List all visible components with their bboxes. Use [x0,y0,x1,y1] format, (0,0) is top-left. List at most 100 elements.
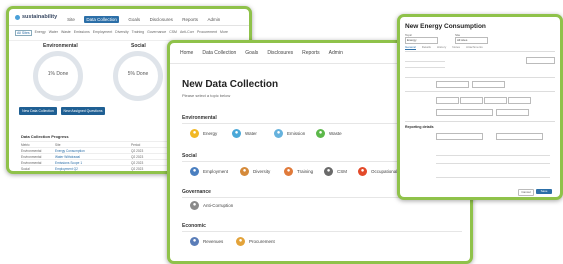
topic-emission[interactable]: ● Emission [274,129,305,138]
tab-waste[interactable]: Waste [61,30,71,36]
source-input[interactable] [436,109,493,116]
tab-general[interactable]: General [405,45,416,50]
nav-data-collection[interactable]: Data Collection [84,16,119,23]
nav-reports[interactable]: Reports [182,17,198,22]
topic-label: Emission [287,131,306,136]
start-date-input[interactable] [436,81,469,88]
tab-csm[interactable]: CSM [169,30,177,36]
topic-label: Anti-Corruption [203,203,234,208]
topic-label: Training [297,169,314,174]
nav-disclosures[interactable]: Disclosures [267,50,293,56]
env-heading: Environmental [182,115,217,121]
nav-admin[interactable]: Admin [208,17,221,22]
new-assigned-button[interactable]: New Assigned Questions [61,107,105,115]
topic-anti-corruption[interactable]: ● Anti-Corruption [190,201,233,210]
divider [182,231,462,232]
tab-water[interactable]: Water [49,30,58,36]
tab-emissions[interactable]: Emissions [74,30,90,36]
row-link[interactable]: Employment Q2 [55,167,78,171]
tab-notes[interactable]: Notes [452,45,460,50]
note-field[interactable] [436,177,550,178]
topic-select[interactable]: Energy [405,37,438,44]
comment-field[interactable] [436,155,550,156]
nav-reports[interactable]: Reports [302,50,320,56]
form-title: New Energy Consumption [405,23,486,30]
cell: Q2 2023 [131,167,144,171]
unit-input[interactable] [460,97,483,104]
reviewer-select[interactable] [496,133,543,140]
quantity-input[interactable] [436,97,459,104]
topic-training[interactable]: ● Training [284,167,313,176]
logo-icon [15,14,20,20]
topic-label: Diversity [253,169,271,174]
topic-procurement[interactable]: ● Procurement [236,237,275,246]
topic-csm[interactable]: ● CSM [324,167,347,176]
factor-input[interactable] [484,97,507,104]
tab-procurement[interactable]: Procurement [197,30,217,36]
topic-water[interactable]: ● Water [232,129,257,138]
page-title: New Data Collection [182,79,279,90]
lightbulb-icon: ● [190,129,199,138]
nav-disclosures[interactable]: Disclosures [150,17,173,22]
people-icon: ● [240,167,249,176]
divider [405,77,555,78]
topic-occupational[interactable]: ● Occupational [358,167,397,176]
comment-field[interactable] [436,163,550,164]
tab-attachments[interactable]: Attachments [466,45,483,50]
cart-icon: ● [236,237,245,246]
tab-all-sites[interactable]: All Sites [15,30,32,36]
flame-icon: ● [358,167,367,176]
tab-diversity[interactable]: Diversity [115,30,128,36]
tab-energy[interactable]: Energy [35,30,46,36]
tab-details[interactable]: Details [422,45,431,50]
cell: Social [21,167,30,171]
tab-more[interactable]: More [220,30,228,36]
top-bar: sustainability Site Data Collection Goal… [9,9,249,26]
new-data-collection-button[interactable]: New Data Collection [19,107,57,115]
end-date-input[interactable] [472,81,505,88]
topic-label: Water [245,131,257,136]
topic-revenues[interactable]: ● Revenues [190,237,223,246]
topic-employment[interactable]: ● Employment [190,167,228,176]
tab-history[interactable]: History [437,45,446,50]
filter-tabs: All Sites Energy Water Waste Emissions E… [9,26,249,41]
nav-data-collection[interactable]: Data Collection [202,50,236,56]
new-energy-consumption-window: New Energy Consumption Topic Energy Site… [397,14,563,200]
soc-done-label: 5% Done [127,71,149,77]
divider [405,91,555,92]
logo-text: sustainability [22,14,58,20]
total-input[interactable] [508,97,531,104]
water-tap-icon: ● [232,129,241,138]
gov-heading: Governance [182,189,211,195]
save-button[interactable]: Save [536,189,552,194]
topic-diversity[interactable]: ● Diversity [240,167,270,176]
nav-goals[interactable]: Goals [128,17,140,22]
eco-heading: Economic [182,223,206,229]
nav-home[interactable]: Home [180,50,193,56]
topic-energy[interactable]: ● Energy [190,129,217,138]
csm-icon: ● [324,167,333,176]
topic-label: Occupational [371,169,398,174]
nav-site[interactable]: Site [67,17,75,22]
topic-label: Waste [329,131,342,136]
progress-title: Data Collection Progress [21,134,69,139]
nav-admin[interactable]: Admin [329,50,343,56]
tab-governance[interactable]: Governance [147,30,166,36]
tab-employment[interactable]: Employment [93,30,112,36]
responsible-select[interactable] [436,133,483,140]
tab-anti-corr[interactable]: Anti-Corr [180,30,194,36]
topic-waste[interactable]: ● Waste [316,129,342,138]
env-progress-ring: 1% Done [33,51,83,101]
main-nav: Site Data Collection Goals Disclosures R… [67,9,225,26]
unit-select[interactable] [496,109,529,116]
divider [405,121,555,122]
money-icon: ● [190,237,199,246]
options-select[interactable] [526,57,555,64]
soc-heading: Social [182,153,197,159]
cancel-button[interactable]: Cancel [518,189,534,196]
form-tabs: General Details History Notes Attachment… [405,45,483,50]
site-select[interactable]: All sites [455,37,488,44]
page-subtitle: Please select a topic below [182,93,231,98]
nav-goals[interactable]: Goals [245,50,258,56]
tab-training[interactable]: Training [132,30,145,36]
